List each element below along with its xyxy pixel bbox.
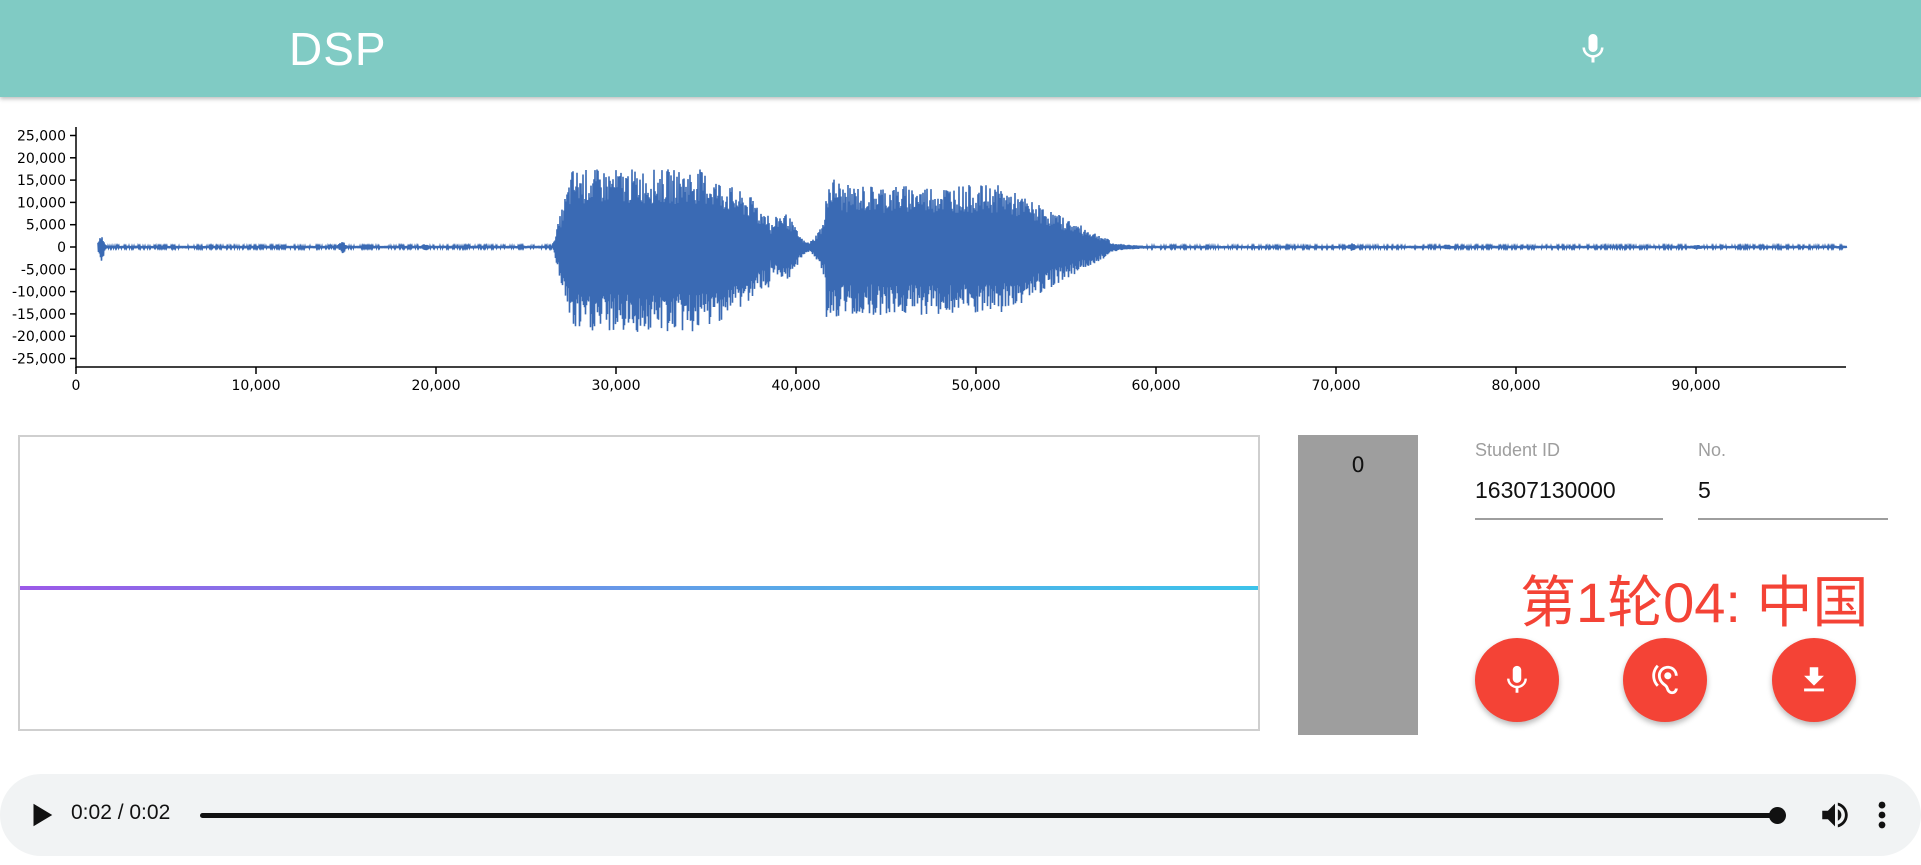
x-tick-label: 60,000 <box>1132 378 1181 394</box>
x-tick-label: 30,000 <box>592 378 641 394</box>
y-tick-label: 10,000 <box>17 195 66 211</box>
level-meter: 0 <box>1298 435 1418 735</box>
volume-icon[interactable] <box>1818 798 1852 832</box>
x-tick-label: 90,000 <box>1672 378 1721 394</box>
progress-thumb[interactable] <box>1769 807 1786 824</box>
download-icon <box>1804 667 1824 692</box>
y-tick-label: 5,000 <box>26 218 66 234</box>
y-tick-label: 0 <box>57 240 66 256</box>
student-id-input[interactable] <box>1475 477 1663 520</box>
listen-button[interactable] <box>1623 638 1707 722</box>
more-options-icon[interactable] <box>1872 798 1892 832</box>
x-tick-label: 70,000 <box>1312 378 1361 394</box>
x-tick-label: 20,000 <box>412 378 461 394</box>
x-tick-label: 40,000 <box>772 378 821 394</box>
y-tick-label: -20,000 <box>12 329 66 345</box>
waveform-y-axis: 25,000 20,000 15,000 10,000 5,000 0 -5,000 -10,… <box>12 127 77 368</box>
waveform-chart: 25,000 20,000 15,000 10,000 5,000 0 -5,000 -10,… <box>12 127 1848 394</box>
x-tick-label: 0 <box>72 378 81 394</box>
mic-icon <box>1507 665 1527 693</box>
x-tick-label: 10,000 <box>232 378 281 394</box>
ear-icon <box>1652 664 1678 695</box>
play-icon[interactable] <box>26 798 56 832</box>
visualizer-line <box>20 586 1258 590</box>
y-tick-label: -10,000 <box>12 285 66 301</box>
y-tick-label: 15,000 <box>17 173 66 189</box>
y-tick-label: 20,000 <box>17 151 66 167</box>
y-tick-label: 25,000 <box>17 129 66 145</box>
x-tick-label: 50,000 <box>952 378 1001 394</box>
student-id-label: Student ID <box>1475 440 1561 460</box>
no-input[interactable] <box>1698 477 1888 520</box>
app-title: DSP <box>289 23 387 75</box>
record-button[interactable] <box>1475 638 1559 722</box>
download-button[interactable] <box>1772 638 1856 722</box>
mic-icon[interactable] <box>1575 29 1611 69</box>
x-tick-label: 80,000 <box>1492 378 1541 394</box>
waveform-signal <box>97 169 1848 332</box>
frequency-visualizer <box>18 435 1260 731</box>
level-value: 0 <box>1351 453 1365 477</box>
no-field: No. <box>1698 440 1888 520</box>
progress-track[interactable] <box>200 813 1778 818</box>
app-bar: DSP <box>0 0 1921 97</box>
y-tick-label: -15,000 <box>12 307 66 323</box>
prompt-text: 第1轮04: 中国 <box>1520 571 1869 634</box>
no-label: No. <box>1698 440 1727 460</box>
student-id-field: Student ID <box>1475 440 1663 520</box>
time-display: 0:02 / 0:02 <box>71 801 171 824</box>
waveform-x-axis: 0 10,000 20,000 30,000 40,000 50,000 60,000 70,… <box>72 366 1846 394</box>
audio-player: 0:02 / 0:02 <box>0 774 1921 856</box>
y-tick-label: -25,000 <box>12 352 66 368</box>
y-tick-label: -5,000 <box>21 262 66 278</box>
